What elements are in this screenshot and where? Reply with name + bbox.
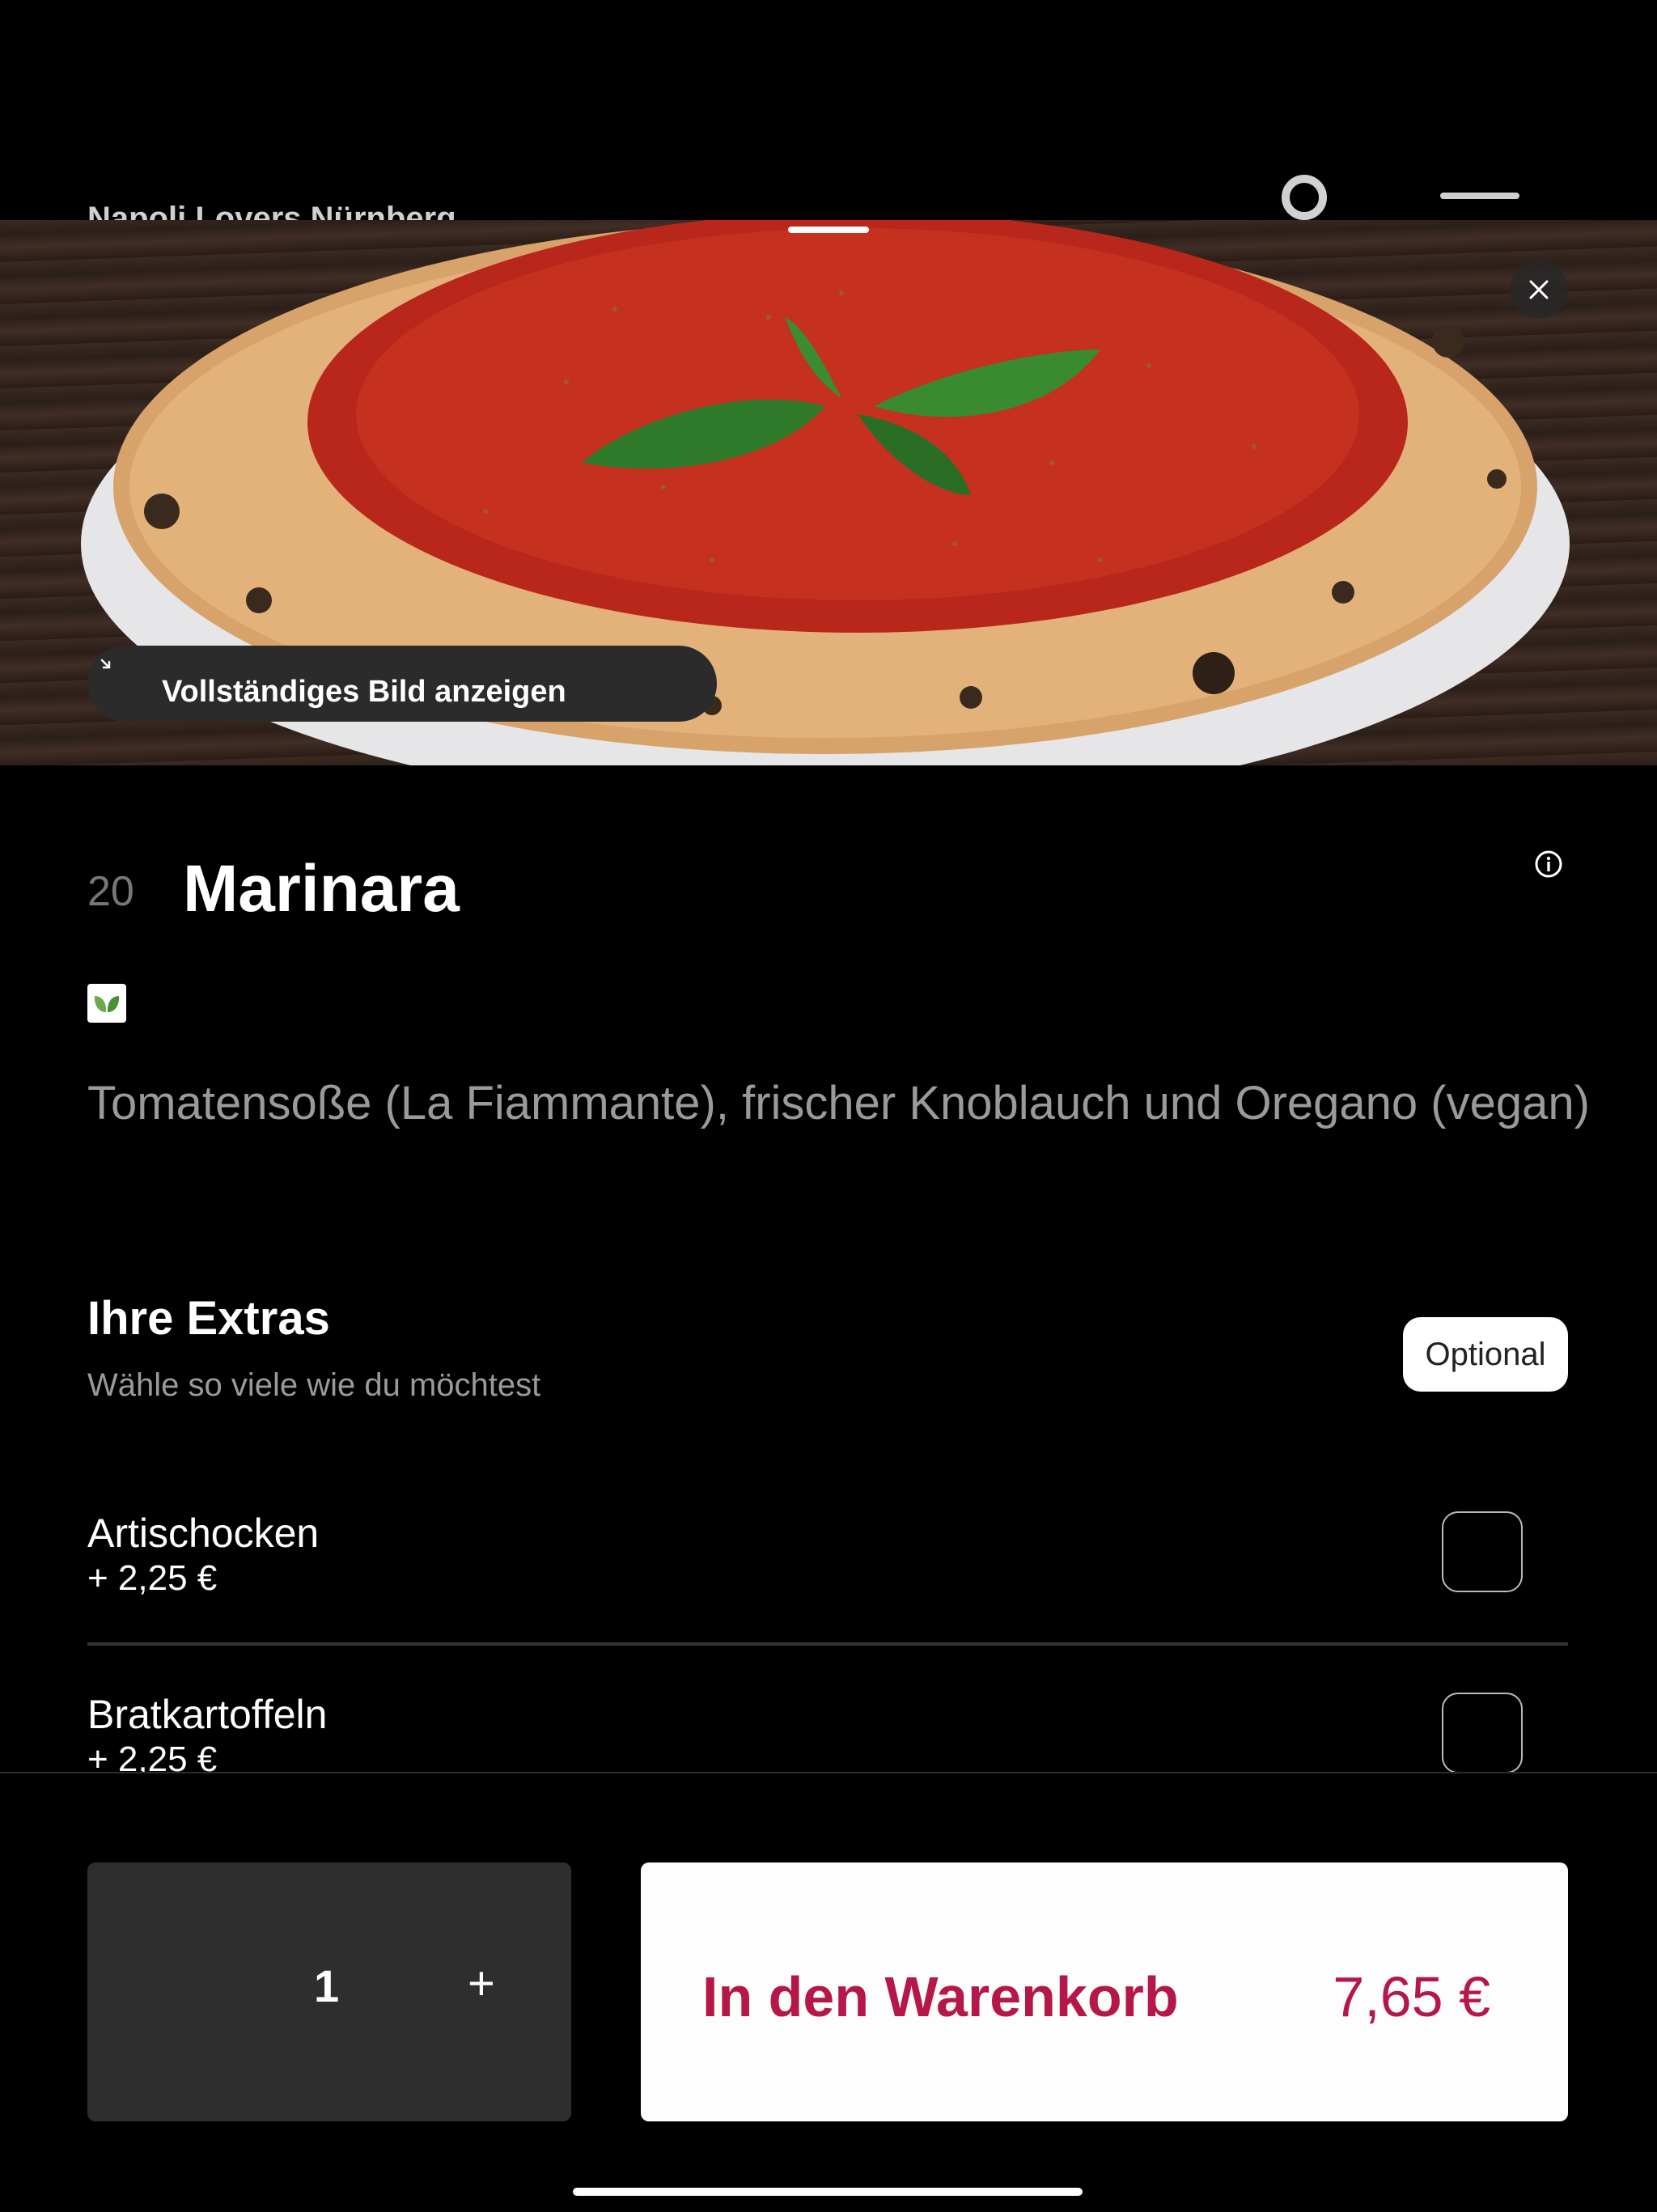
search-icon[interactable] [1282,175,1327,220]
close-icon [1529,280,1549,299]
product-number: 20 [87,868,134,915]
add-to-cart-label: In den Warenkorb [702,1965,1179,2028]
extra-checkbox[interactable] [1442,1693,1523,1773]
vegan-badge [87,984,126,1023]
show-full-image-label: Vollständiges Bild anzeigen [162,675,566,709]
extras-subtitle: Wähle so viele wie du möchtest [87,1367,541,1403]
extra-price: + 2,25 € [87,1558,218,1598]
home-indicator[interactable] [573,2188,1083,2196]
extra-name: Artischocken [87,1511,320,1556]
optional-badge: Optional [1403,1317,1568,1392]
sheet-drag-handle[interactable] [788,227,869,233]
product-title: Marinara [183,852,460,926]
product-description: Tomatensoße (La Fiammante), frischer Kno… [87,1077,1590,1129]
hamburger-menu-icon[interactable] [1440,193,1519,204]
cart-price: 7,65 € [1333,1965,1490,2028]
quantity-stepper[interactable]: 1 + [87,1862,571,2121]
show-full-image-button[interactable]: Vollständiges Bild anzeigen [87,646,717,722]
expand-icon [88,646,111,669]
quantity-value: 1 [314,1960,340,2011]
add-to-cart-button[interactable]: In den Warenkorb 7,65 € [641,1862,1568,2121]
extras-title: Ihre Extras [87,1292,330,1345]
leaf-icon [94,996,120,1012]
extra-option-row[interactable]: Artischocken + 2,25 € [87,1510,1568,1672]
extra-name: Bratkartoffeln [87,1692,328,1737]
increment-button[interactable]: + [468,1956,495,2011]
extra-checkbox[interactable] [1442,1511,1523,1592]
divider [87,1642,1568,1646]
close-button[interactable] [1510,261,1568,319]
product-image: Vollständiges Bild anzeigen [0,220,1657,765]
info-icon[interactable] [1534,850,1563,879]
